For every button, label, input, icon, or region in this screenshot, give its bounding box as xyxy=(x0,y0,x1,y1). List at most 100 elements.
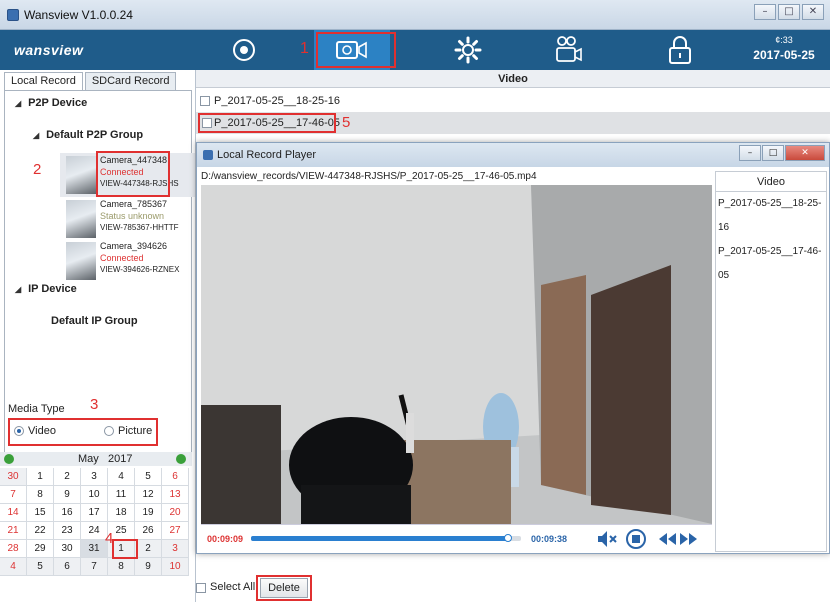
calendar-day[interactable]: 9 xyxy=(54,486,81,504)
calendar-day[interactable]: 29 xyxy=(27,540,54,558)
calendar-day[interactable]: 10 xyxy=(81,486,108,504)
settings-button[interactable] xyxy=(430,30,506,70)
calendar-day[interactable]: 8 xyxy=(27,486,54,504)
calendar-day[interactable]: 18 xyxy=(108,504,135,522)
player-minimize-button[interactable]: – xyxy=(739,145,761,161)
annotation-box-delete xyxy=(256,575,312,601)
lock-icon xyxy=(669,36,691,64)
file-name: P_2017-05-25__18-25-16 xyxy=(214,95,340,107)
tab-sdcard-record[interactable]: SDCard Record xyxy=(84,72,177,90)
calendar-day[interactable]: 19 xyxy=(135,504,162,522)
calendar-day[interactable]: 4 xyxy=(108,468,135,486)
player-title: Local Record Player xyxy=(217,149,317,161)
calendar-day[interactable]: 31 xyxy=(81,540,108,558)
tree-p2p-group[interactable]: ◢ Default P2P Group xyxy=(33,129,143,141)
calendar-day[interactable]: 1 xyxy=(27,468,54,486)
camera-item[interactable]: Camera_785367 Status unknown VIEW-785367… xyxy=(60,197,195,241)
left-panel: Local Record SDCard Record ◢ P2P Device … xyxy=(0,70,196,602)
calendar-month: May xyxy=(78,453,99,465)
tree-ip-group[interactable]: Default IP Group xyxy=(51,315,138,327)
camera-status: Status unknown xyxy=(100,211,165,221)
calendar-day[interactable]: 9 xyxy=(135,558,162,576)
progress-fill xyxy=(251,536,508,541)
calendar-day[interactable]: 5 xyxy=(135,468,162,486)
file-checkbox[interactable] xyxy=(200,96,210,106)
p2p-group-label: Default P2P Group xyxy=(46,129,144,141)
annotation-1: 1 xyxy=(300,40,309,57)
select-all-label[interactable]: Select All xyxy=(210,581,255,593)
tree-ip-device[interactable]: ◢ IP Device xyxy=(15,283,77,295)
video-frame-image xyxy=(201,185,712,524)
mute-icon[interactable] xyxy=(595,528,619,550)
playback-button[interactable] xyxy=(530,30,606,70)
list-item[interactable]: P_2017-05-25__17-46-05 xyxy=(716,240,826,288)
video-list-header: Video xyxy=(196,70,830,88)
progress-handle[interactable] xyxy=(503,534,512,542)
list-item[interactable]: P_2017-05-25__18-25-16 xyxy=(716,192,826,240)
list-item[interactable]: P_2017-05-25__18-25-16 xyxy=(196,90,830,112)
calendar: May 2017 30 1 2 3 4 5 6 7 8 9 10 11 12 13 14 15 16 17 18 19… xyxy=(0,450,196,602)
calendar-day[interactable]: 4 xyxy=(0,558,27,576)
calendar-header: May 2017 xyxy=(0,452,192,466)
player-maximize-button[interactable]: □ xyxy=(762,145,784,161)
select-all-checkbox[interactable] xyxy=(196,583,206,593)
calendar-day[interactable]: 16 xyxy=(54,504,81,522)
expand-arrow-icon: ◢ xyxy=(15,285,22,294)
gear-icon xyxy=(454,36,482,64)
camera-id: VIEW-785367-HHTTF xyxy=(100,223,179,232)
video-frame[interactable] xyxy=(201,185,712,524)
calendar-day[interactable]: 22 xyxy=(27,522,54,540)
calendar-day[interactable]: 3 xyxy=(162,540,189,558)
calendar-day[interactable]: 7 xyxy=(81,558,108,576)
calendar-day[interactable]: 7 xyxy=(0,486,27,504)
prev-month-icon[interactable] xyxy=(4,454,14,464)
calendar-day[interactable]: 21 xyxy=(0,522,27,540)
calendar-day[interactable]: 28 xyxy=(0,540,27,558)
calendar-day[interactable]: 30 xyxy=(54,540,81,558)
tab-local-record[interactable]: Local Record xyxy=(4,72,83,90)
calendar-day[interactable]: 27 xyxy=(162,522,189,540)
annotation-box-file xyxy=(198,113,336,133)
calendar-day[interactable]: 6 xyxy=(54,558,81,576)
minimize-button[interactable]: – xyxy=(754,4,776,20)
calendar-day[interactable]: 12 xyxy=(135,486,162,504)
calendar-day[interactable]: 14 xyxy=(0,504,27,522)
next-month-icon[interactable] xyxy=(176,454,186,464)
calendar-day[interactable]: 23 xyxy=(54,522,81,540)
fast-forward-icon[interactable] xyxy=(679,528,699,550)
date-label: 2017-05-25 xyxy=(753,48,815,62)
time-label: ¢:33 xyxy=(775,35,793,45)
window-title: Wansview V1.0.0.24 xyxy=(24,8,133,22)
tree-p2p-device[interactable]: ◢ P2P Device xyxy=(15,97,87,109)
calendar-day[interactable]: 20 xyxy=(162,504,189,522)
p2p-device-label: P2P Device xyxy=(28,97,88,109)
calendar-day[interactable]: 15 xyxy=(27,504,54,522)
calendar-day[interactable]: 6 xyxy=(162,468,189,486)
player-video-list: Video P_2017-05-25__18-25-16 P_2017-05-2… xyxy=(715,171,827,552)
calendar-day[interactable]: 24 xyxy=(81,522,108,540)
calendar-day[interactable]: 11 xyxy=(108,486,135,504)
annotation-box-media xyxy=(8,418,158,446)
lock-button[interactable] xyxy=(642,30,718,70)
calendar-day[interactable]: 10 xyxy=(162,558,189,576)
close-button[interactable]: ✕ xyxy=(802,4,824,20)
calendar-day[interactable]: 2 xyxy=(135,540,162,558)
maximize-button[interactable]: □ xyxy=(778,4,800,20)
player-close-button[interactable]: ✕ xyxy=(785,145,825,161)
progress-bar[interactable] xyxy=(251,534,521,542)
player-app-icon xyxy=(203,150,213,160)
local-record-player: Local Record Player – □ ✕ D:/wansview_re… xyxy=(196,142,830,554)
calendar-day[interactable]: 2 xyxy=(54,468,81,486)
rewind-icon[interactable] xyxy=(657,528,677,550)
camera-item[interactable]: Camera_394626 Connected VIEW-394626-RZNE… xyxy=(60,239,195,283)
calendar-day[interactable]: 5 xyxy=(27,558,54,576)
calendar-day[interactable]: 8 xyxy=(108,558,135,576)
stop-icon[interactable] xyxy=(625,528,647,550)
calendar-day[interactable]: 3 xyxy=(81,468,108,486)
calendar-day[interactable]: 26 xyxy=(135,522,162,540)
calendar-day[interactable]: 30 xyxy=(0,468,27,486)
live-view-button[interactable] xyxy=(206,30,282,70)
calendar-day[interactable]: 13 xyxy=(162,486,189,504)
calendar-day[interactable]: 17 xyxy=(81,504,108,522)
camera-name: Camera_785367 xyxy=(100,199,168,209)
